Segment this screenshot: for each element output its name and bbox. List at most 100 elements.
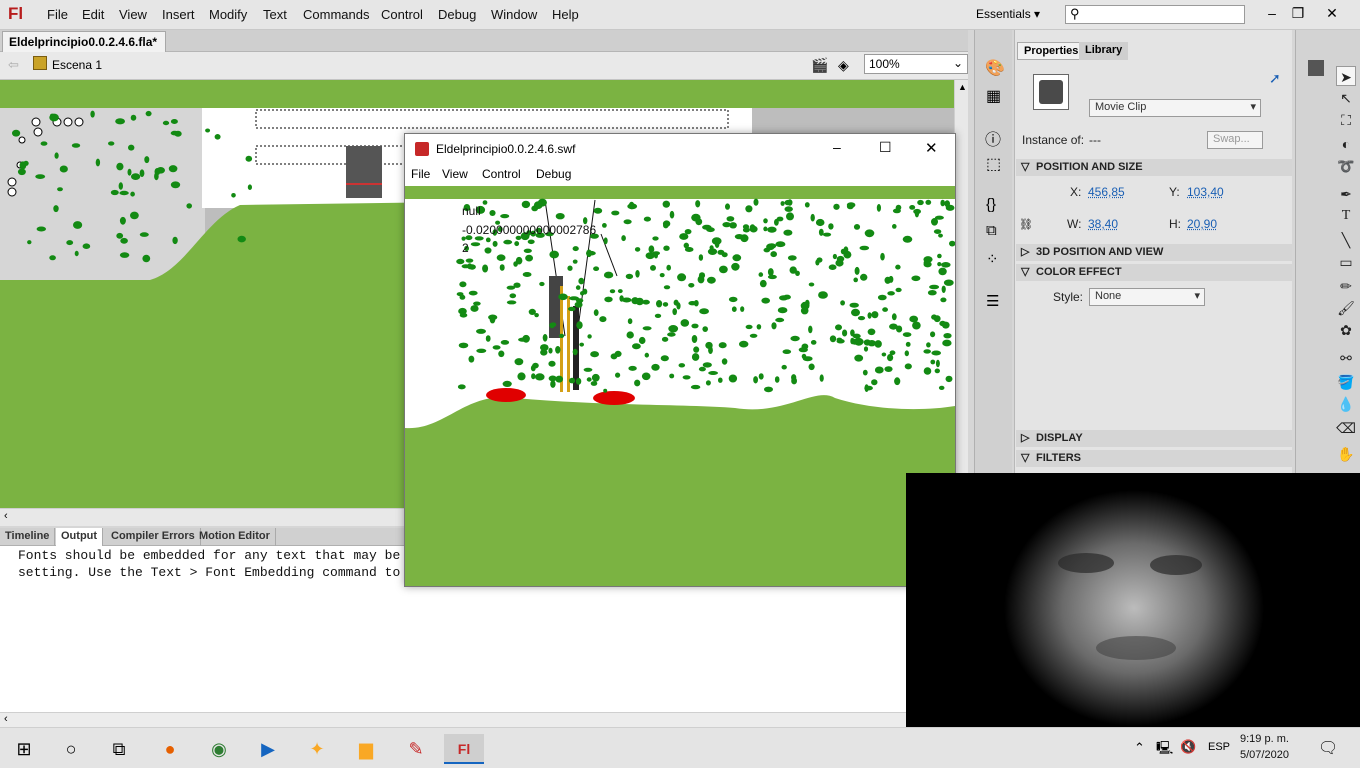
line-tool-icon[interactable]: ╲ [1336, 230, 1356, 250]
y-value[interactable]: 103,40 [1187, 185, 1224, 199]
tools-collapse-icon[interactable] [1308, 60, 1324, 76]
task-view-icon[interactable]: ⧉ [99, 734, 139, 764]
swf-menu-control[interactable]: Control [482, 167, 521, 181]
w-value[interactable]: 38,40 [1088, 217, 1118, 231]
brush-tool-icon[interactable]: 🖌 [1336, 298, 1356, 318]
swf-close-button[interactable]: ✕ [925, 139, 938, 157]
symbol-type-select[interactable]: Movie Clip ▾ [1089, 99, 1261, 117]
tab-motion-editor[interactable]: Motion Editor [194, 528, 276, 546]
menu-file[interactable]: File [47, 7, 68, 22]
help-icon[interactable]: ➚ [1269, 70, 1281, 87]
menu-view[interactable]: View [119, 7, 147, 22]
search-icon[interactable]: ○ [51, 734, 91, 764]
deco-tool-icon[interactable]: ✿ [1336, 320, 1356, 340]
menu-text[interactable]: Text [263, 7, 287, 22]
swf-menu-debug[interactable]: Debug [536, 167, 571, 181]
clock[interactable]: 9:19 p. m. 5/07/2020 [1240, 731, 1289, 763]
pencil-tool-icon[interactable]: ✏ [1336, 276, 1356, 296]
zoom-select[interactable]: 100% ⌄ [864, 54, 968, 74]
eraser-tool-icon[interactable]: ⌫ [1336, 418, 1356, 438]
text-tool-icon[interactable]: T [1336, 206, 1356, 226]
color-panel-icon[interactable]: 🎨 [985, 58, 1005, 78]
rectangle-tool-icon[interactable]: ▭ [1336, 252, 1356, 272]
3d-rotation-tool-icon[interactable]: ◐ [1336, 134, 1356, 154]
scroll-left-icon[interactable]: ‹ [4, 510, 8, 522]
back-arrow-icon[interactable]: ⇦ [8, 57, 19, 73]
leaf [500, 340, 510, 345]
subselection-tool-icon[interactable]: ↖ [1336, 88, 1356, 108]
stage-vertical-scrollbar[interactable]: ▲ [954, 80, 968, 508]
swf-canvas[interactable]: null -0.020000000000002786 2 [405, 186, 955, 586]
h-value[interactable]: 20,90 [1187, 217, 1217, 231]
tab-timeline[interactable]: Timeline [0, 528, 56, 546]
menu-edit[interactable]: Edit [82, 7, 104, 22]
help-search-input[interactable]: ⚲ [1065, 5, 1245, 24]
menu-insert[interactable]: Insert [162, 7, 195, 22]
swatches-panel-icon[interactable]: ▦ [986, 86, 1001, 106]
section-position-size[interactable]: ▽ POSITION AND SIZE [1016, 159, 1292, 176]
chrome-icon[interactable]: ◉ [199, 734, 239, 764]
tools-app-icon[interactable]: ✦ [297, 734, 337, 764]
info-panel-icon[interactable]: ⓘ [985, 126, 1001, 150]
network-icon[interactable]: 🖳 [1156, 739, 1173, 761]
pen-tool-icon[interactable]: ✒ [1336, 184, 1356, 204]
scroll-left-icon[interactable]: ‹ [4, 713, 8, 725]
section-filters[interactable]: ▽ FILTERS [1016, 450, 1292, 467]
lock-ratio-icon[interactable]: ⛓ [1019, 218, 1033, 231]
scroll-up-icon[interactable]: ▲ [958, 82, 967, 92]
swf-maximize-button[interactable]: ☐ [879, 139, 892, 156]
file-explorer-icon[interactable]: ▆ [346, 734, 386, 764]
swf-minimize-button[interactable]: – [833, 139, 841, 155]
menu-help[interactable]: Help [552, 7, 579, 22]
menu-commands[interactable]: Commands [303, 7, 369, 22]
edit-scene-icon[interactable]: 🎬 [811, 57, 828, 74]
swap-button[interactable]: Swap... [1207, 131, 1263, 149]
section-color-effect[interactable]: ▽ COLOR EFFECT [1016, 264, 1292, 281]
style-select[interactable]: None ▾ [1089, 288, 1205, 306]
start-button-icon[interactable]: ⊞ [4, 734, 44, 764]
x-value[interactable]: 456,85 [1088, 185, 1125, 199]
tab-properties[interactable]: Properties [1017, 42, 1086, 60]
actions-panel-icon[interactable]: {} [986, 196, 996, 213]
media-player-icon[interactable]: ▶ [248, 734, 288, 764]
edit-symbols-icon[interactable]: ◈ [838, 57, 849, 74]
menu-control[interactable]: Control [381, 7, 423, 22]
firefox-icon[interactable]: ● [150, 734, 190, 764]
section-3d-position[interactable]: ▷ 3D POSITION AND VIEW [1016, 244, 1292, 261]
paint-app-icon[interactable]: ✎ [396, 734, 436, 764]
swf-menu-view[interactable]: View [442, 167, 468, 181]
close-button[interactable]: ✕ [1314, 2, 1350, 26]
free-transform-tool-icon[interactable]: ⛶ [1336, 110, 1356, 130]
lasso-tool-icon[interactable]: ➰ [1336, 156, 1356, 176]
leaf [933, 315, 941, 323]
hand-tool-icon[interactable]: ✋ [1336, 444, 1356, 464]
notifications-icon[interactable]: 🗨 [1318, 738, 1338, 758]
leaf [586, 377, 592, 382]
swf-menu-file[interactable]: File [411, 167, 430, 181]
leaf [119, 216, 126, 225]
bone-tool-icon[interactable]: ⚯ [1336, 348, 1356, 368]
menu-modify[interactable]: Modify [209, 7, 247, 22]
components-panel-icon[interactable]: ⧉ [986, 222, 997, 239]
paint-bucket-tool-icon[interactable]: 🪣 [1336, 372, 1356, 392]
transform-panel-icon[interactable]: ⬚ [986, 154, 1001, 174]
selection-tool-icon[interactable]: ➤ [1336, 66, 1356, 86]
tab-output[interactable]: Output [56, 528, 104, 546]
menu-window[interactable]: Window [491, 7, 537, 22]
document-tab[interactable]: Eldelprincipio0.0.2.4.6.fla* × [2, 31, 166, 63]
motion-presets-icon[interactable]: ⁘ [986, 250, 999, 268]
workspace-switcher[interactable]: Essentials ▾ [976, 7, 1040, 21]
flash-taskbar-icon[interactable]: Fl [444, 734, 484, 764]
tray-chevron-icon[interactable]: ⌃ [1134, 740, 1145, 756]
section-display[interactable]: ▷ DISPLAY [1016, 430, 1292, 447]
eyedropper-tool-icon[interactable]: 💧 [1336, 394, 1356, 414]
output-horizontal-scrollbar[interactable]: ‹ [0, 712, 968, 727]
language-indicator[interactable]: ESP [1208, 741, 1230, 753]
project-panel-icon[interactable]: ☰ [986, 292, 999, 310]
menu-debug[interactable]: Debug [438, 7, 476, 22]
volume-muted-icon[interactable]: 🔇 [1180, 739, 1196, 755]
tab-library[interactable]: Library [1079, 42, 1129, 60]
leaf [884, 366, 893, 372]
restore-button[interactable]: ❐ [1280, 2, 1316, 26]
tab-compiler-errors[interactable]: Compiler Errors [106, 528, 201, 546]
